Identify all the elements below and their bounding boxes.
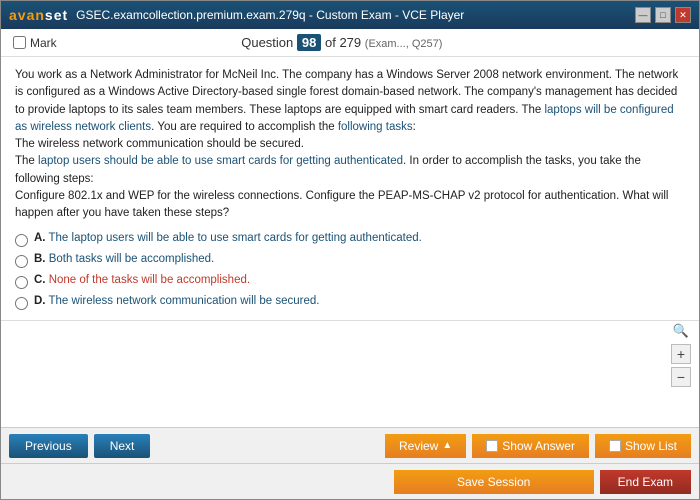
window-title: GSEC.examcollection.premium.exam.279q - … (76, 8, 464, 22)
question-text: You work as a Network Administrator for … (15, 67, 685, 222)
show-list-label: Show List (625, 439, 677, 453)
option-c-radio[interactable] (15, 276, 28, 289)
question-label: Question (241, 35, 293, 50)
mark-area: Mark (13, 36, 57, 50)
option-d: D. The wireless network communication wi… (15, 295, 685, 310)
option-a: A. The laptop users will be able to use … (15, 232, 685, 247)
content-wrapper: You work as a Network Administrator for … (1, 57, 699, 427)
show-answer-checkbox-icon (486, 440, 498, 452)
next-button[interactable]: Next (94, 434, 151, 458)
zoom-out-button[interactable]: − (671, 367, 691, 387)
logo-accent: avan (9, 7, 45, 23)
option-b-text: B. Both tasks will be accomplished. (34, 253, 214, 265)
q-para1: You work as a Network Administrator for … (15, 69, 678, 133)
options-list: A. The laptop users will be able to use … (15, 232, 685, 310)
app-logo: avanset (9, 7, 68, 23)
previous-button[interactable]: Previous (9, 434, 88, 458)
option-c: C. None of the tasks will be accomplishe… (15, 274, 685, 289)
show-answer-label: Show Answer (502, 439, 575, 453)
mark-label: Mark (30, 36, 57, 50)
option-a-text: A. The laptop users will be able to use … (34, 232, 422, 244)
main-window: avanset GSEC.examcollection.premium.exam… (0, 0, 700, 500)
question-subinfo: (Exam..., Q257) (365, 38, 443, 50)
option-b-radio[interactable] (15, 255, 28, 268)
title-bar-left: avanset GSEC.examcollection.premium.exam… (9, 7, 464, 23)
review-arrow-icon: ▲ (442, 440, 452, 451)
question-number: 98 (297, 34, 321, 51)
review-button[interactable]: Review ▲ (385, 434, 466, 458)
option-d-radio[interactable] (15, 297, 28, 310)
review-label: Review (399, 439, 438, 453)
content-area: You work as a Network Administrator for … (1, 57, 699, 321)
logo-main: set (45, 7, 68, 23)
option-c-text: C. None of the tasks will be accomplishe… (34, 274, 250, 286)
option-d-text: D. The wireless network communication wi… (34, 295, 320, 307)
minimize-button[interactable]: — (635, 7, 651, 23)
q-line1: The wireless network communication shoul… (15, 138, 304, 150)
save-session-button[interactable]: Save Session (394, 470, 594, 494)
show-list-checkbox-icon (609, 440, 621, 452)
show-answer-button[interactable]: Show Answer (472, 434, 589, 458)
bottom-bar-1: Previous Next Review ▲ Show Answer Show … (1, 427, 699, 463)
q-para2: The laptop users should be able to use s… (15, 155, 668, 219)
maximize-button[interactable]: □ (655, 7, 671, 23)
total-questions: of 279 (325, 35, 361, 50)
bottom-bar-2: Save Session End Exam (1, 463, 699, 499)
end-exam-button[interactable]: End Exam (600, 470, 691, 494)
close-button[interactable]: ✕ (675, 7, 691, 23)
search-icon[interactable]: 🔍 (671, 321, 691, 341)
title-bar: avanset GSEC.examcollection.premium.exam… (1, 1, 699, 29)
show-list-button[interactable]: Show List (595, 434, 691, 458)
question-header: Mark Question 98 of 279 (Exam..., Q257) (1, 29, 699, 57)
option-a-radio[interactable] (15, 234, 28, 247)
mark-checkbox[interactable] (13, 36, 26, 49)
zoom-in-button[interactable]: + (671, 344, 691, 364)
window-controls: — □ ✕ (635, 7, 691, 23)
zoom-controls: 🔍 + − (671, 321, 691, 387)
question-info: Question 98 of 279 (Exam..., Q257) (241, 35, 442, 50)
option-b: B. Both tasks will be accomplished. (15, 253, 685, 268)
